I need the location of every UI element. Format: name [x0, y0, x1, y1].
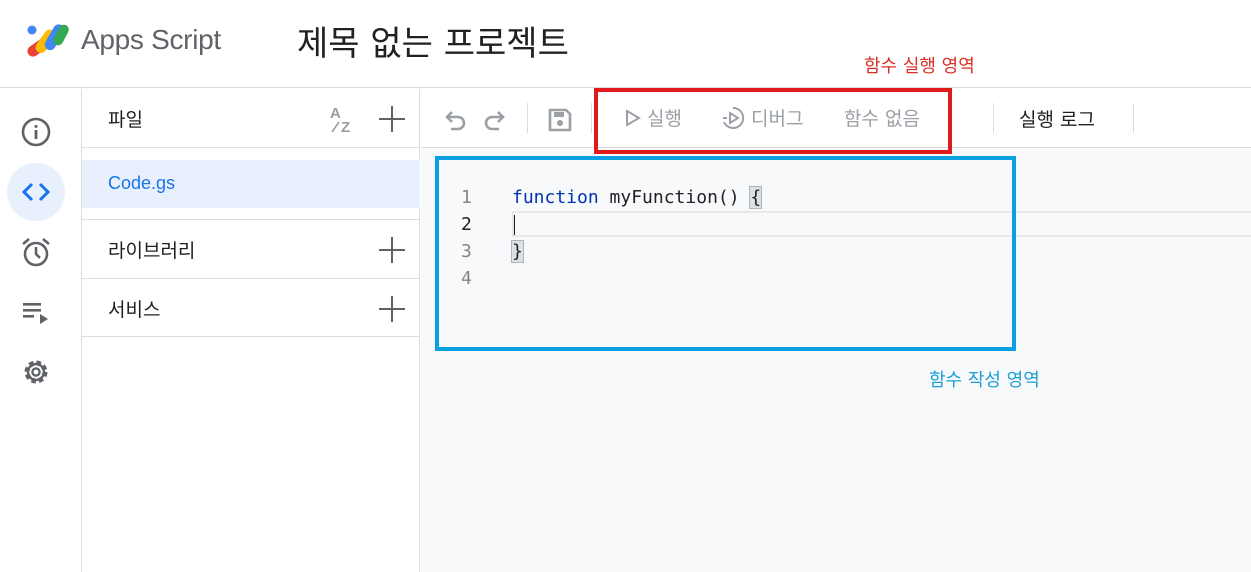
- sort-az-icon[interactable]: A Z: [328, 102, 358, 136]
- file-item-code-gs[interactable]: Code.gs: [82, 160, 420, 208]
- toolbar-separator: [993, 103, 994, 133]
- rail-triggers-button[interactable]: [7, 223, 65, 281]
- services-label: 서비스: [108, 299, 161, 321]
- top-header: Apps Script 제목 없는 프로젝트 함수 실행 영역: [0, 0, 1251, 88]
- run-area-annotation: 함수 실행 영역: [864, 56, 975, 77]
- svg-text:Z: Z: [341, 119, 350, 136]
- undo-icon[interactable]: [441, 106, 469, 134]
- write-area-annotation: 함수 작성 영역: [929, 370, 1040, 391]
- left-nav-rail: [0, 89, 82, 572]
- libraries-section[interactable]: 라이브러리: [82, 219, 420, 277]
- section-divider: [82, 336, 420, 337]
- gear-icon: [24, 360, 48, 384]
- rail-overview-button[interactable]: [7, 103, 65, 161]
- write-area-highlight-box: [435, 156, 1016, 351]
- redo-icon[interactable]: [481, 106, 509, 134]
- alarm-clock-icon: [22, 238, 50, 267]
- add-file-plus-icon[interactable]: [378, 105, 406, 133]
- list-play-icon: [23, 303, 48, 324]
- info-icon: [21, 117, 51, 147]
- add-library-plus-icon[interactable]: [378, 236, 406, 264]
- toolbar-separator: [591, 103, 592, 133]
- files-header: 파일 A Z: [82, 89, 420, 148]
- toolbar-separator: [1133, 103, 1134, 133]
- save-icon[interactable]: [546, 106, 574, 134]
- execution-log-button[interactable]: 실행 로그: [1019, 105, 1095, 132]
- project-title[interactable]: 제목 없는 프로젝트: [297, 16, 569, 65]
- files-panel: 파일 A Z Code.gs 라이브러리 서비스: [82, 89, 420, 572]
- app-name: Apps Script: [81, 24, 221, 55]
- rail-settings-button[interactable]: [7, 343, 65, 401]
- rail-editor-button[interactable]: [7, 163, 65, 221]
- services-section[interactable]: 서비스: [82, 278, 420, 336]
- libraries-label: 라이브러리: [108, 240, 196, 262]
- add-service-plus-icon[interactable]: [378, 295, 406, 323]
- rail-executions-button[interactable]: [7, 283, 65, 341]
- svg-text:A: A: [330, 105, 341, 122]
- apps-script-logo[interactable]: [24, 18, 72, 58]
- files-label: 파일: [108, 109, 143, 131]
- file-name: Code.gs: [108, 173, 176, 193]
- run-area-highlight-box: [594, 88, 952, 154]
- code-icon: [21, 182, 51, 202]
- toolbar-separator: [527, 103, 528, 133]
